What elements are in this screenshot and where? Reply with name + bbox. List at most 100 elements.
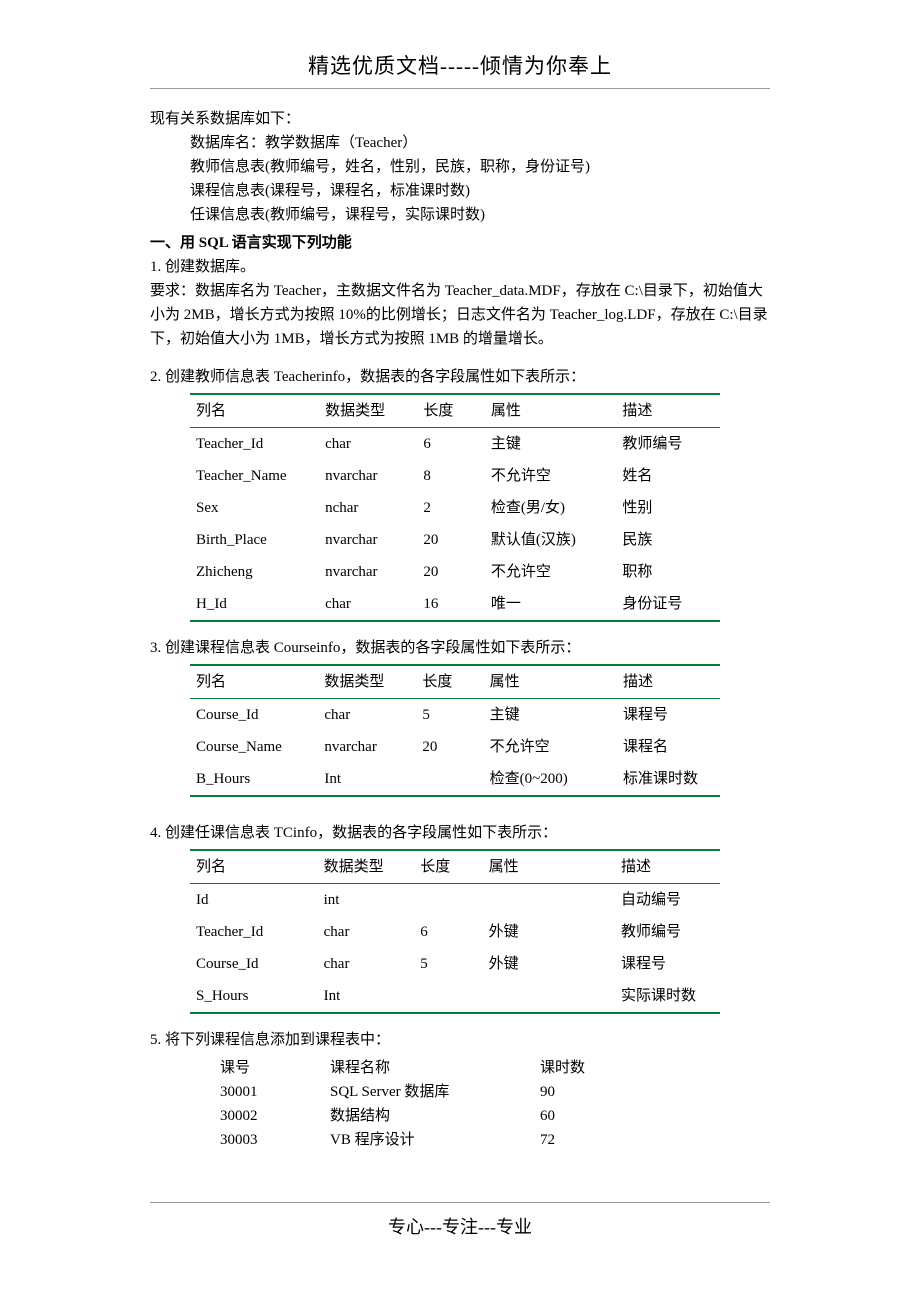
table-cell: Id (190, 884, 318, 917)
table-cell: 自动编号 (615, 884, 720, 917)
table-cell: 30002 (220, 1104, 330, 1128)
q5-title: 5. 将下列课程信息添加到课程表中： (150, 1028, 770, 1052)
table-cell: nvarchar (319, 460, 417, 492)
table-cell: int (318, 884, 415, 917)
table-cell: 民族 (616, 524, 720, 556)
table-header: 描述 (615, 850, 720, 884)
table-header: 列名 (190, 394, 319, 428)
table-cell: nchar (319, 492, 417, 524)
table-header: 描述 (616, 394, 720, 428)
table-cell: Course_Id (190, 948, 318, 980)
table-header: 描述 (617, 665, 720, 699)
table-cell (414, 884, 482, 917)
table-cell: SQL Server 数据库 (330, 1080, 540, 1104)
page-footer: 专心---专注---专业 (150, 1202, 770, 1239)
table-cell: Birth_Place (190, 524, 319, 556)
table-cell: 30003 (220, 1128, 330, 1152)
table-cell: 身份证号 (616, 588, 720, 621)
table-cell: 性别 (616, 492, 720, 524)
table-cell: 默认值(汉族) (485, 524, 617, 556)
table-cell: char (319, 428, 417, 461)
table-cell: 不允许空 (484, 731, 617, 763)
table-cell: 16 (417, 588, 485, 621)
table-cell: 主键 (485, 428, 617, 461)
table-cell (483, 980, 615, 1013)
table-cell: nvarchar (319, 524, 417, 556)
table-header: 长度 (414, 850, 482, 884)
table-cell: 60 (540, 1104, 605, 1128)
table-header: 属性 (485, 394, 617, 428)
q4-title: 4. 创建任课信息表 TCinfo，数据表的各字段属性如下表所示： (150, 821, 770, 845)
table-cell (483, 884, 615, 917)
table-header: 长度 (416, 665, 483, 699)
table-cell: 72 (540, 1128, 605, 1152)
intro-table2: 课程信息表(课程号，课程名，标准课时数) (150, 179, 770, 203)
table-cell: 职称 (616, 556, 720, 588)
table-cell: 课程名 (617, 731, 720, 763)
table-cell (414, 980, 482, 1013)
teacherinfo-table: 列名 数据类型 长度 属性 描述 Teacher_Id char 6 主键 教师… (190, 393, 720, 622)
table-header: 列名 (190, 850, 318, 884)
table-cell: char (318, 699, 416, 732)
table-cell: B_Hours (190, 763, 318, 796)
table-cell: char (318, 916, 415, 948)
table-header: 长度 (417, 394, 485, 428)
intro-line: 现有关系数据库如下： (150, 107, 770, 131)
table-cell: Course_Name (190, 731, 318, 763)
table-cell: 教师编号 (615, 916, 720, 948)
table-cell: char (318, 948, 415, 980)
table-cell: 主键 (484, 699, 617, 732)
courseinfo-table: 列名 数据类型 长度 属性 描述 Course_Id char 5 主键 课程号… (190, 664, 720, 797)
table-cell: 6 (414, 916, 482, 948)
table-cell: 标准课时数 (617, 763, 720, 796)
table-cell: 外键 (483, 916, 615, 948)
table-header: 数据类型 (318, 850, 415, 884)
table-cell: Int (318, 763, 416, 796)
table-cell: Int (318, 980, 415, 1013)
table-cell: 90 (540, 1080, 605, 1104)
table-cell: nvarchar (318, 731, 416, 763)
q1-title: 1. 创建数据库。 (150, 255, 770, 279)
q1-body: 要求：数据库名为 Teacher，主数据文件名为 Teacher_data.MD… (150, 279, 770, 351)
table-cell: 外键 (483, 948, 615, 980)
table-cell (416, 763, 483, 796)
section-1-title: 一、用 SQL 语言实现下列功能 (150, 231, 770, 255)
table-header: 课时数 (540, 1056, 605, 1080)
table-cell: 20 (417, 556, 485, 588)
table-cell: VB 程序设计 (330, 1128, 540, 1152)
document-body: 现有关系数据库如下： 数据库名：教学数据库（Teacher） 教师信息表(教师编… (150, 107, 770, 1152)
table-cell: 2 (417, 492, 485, 524)
intro-table1: 教师信息表(教师编号，姓名，性别，民族，职称，身份证号) (150, 155, 770, 179)
table-header: 课号 (220, 1056, 330, 1080)
table-cell: Sex (190, 492, 319, 524)
tcinfo-table: 列名 数据类型 长度 属性 描述 Id int 自动编号 Teacher_Id … (190, 849, 720, 1014)
table-cell: H_Id (190, 588, 319, 621)
table-cell: Teacher_Id (190, 916, 318, 948)
table-cell: Teacher_Id (190, 428, 319, 461)
table-cell: 不允许空 (485, 460, 617, 492)
table-cell: Teacher_Name (190, 460, 319, 492)
intro-table3: 任课信息表(教师编号，课程号，实际课时数) (150, 203, 770, 227)
q2-title: 2. 创建教师信息表 Teacherinfo，数据表的各字段属性如下表所示： (150, 365, 770, 389)
q3-title: 3. 创建课程信息表 Courseinfo，数据表的各字段属性如下表所示： (150, 636, 770, 660)
page-title-header: 精选优质文档-----倾情为你奉上 (150, 50, 770, 89)
table-cell: 课程号 (617, 699, 720, 732)
table-cell: Course_Id (190, 699, 318, 732)
table-cell: 检查(男/女) (485, 492, 617, 524)
table-cell: 5 (414, 948, 482, 980)
table-cell: 6 (417, 428, 485, 461)
table-header: 课程名称 (330, 1056, 540, 1080)
table-cell: nvarchar (319, 556, 417, 588)
document-page: 精选优质文档-----倾情为你奉上 现有关系数据库如下： 数据库名：教学数据库（… (0, 0, 920, 1269)
table-cell: 5 (416, 699, 483, 732)
table-cell: Zhicheng (190, 556, 319, 588)
table-cell: 30001 (220, 1080, 330, 1104)
table-cell: 课程号 (615, 948, 720, 980)
table-header: 数据类型 (318, 665, 416, 699)
table-cell: S_Hours (190, 980, 318, 1013)
table-cell: 8 (417, 460, 485, 492)
table-cell: 教师编号 (616, 428, 720, 461)
table-cell: char (319, 588, 417, 621)
table-header: 属性 (483, 850, 615, 884)
table-cell: 不允许空 (485, 556, 617, 588)
